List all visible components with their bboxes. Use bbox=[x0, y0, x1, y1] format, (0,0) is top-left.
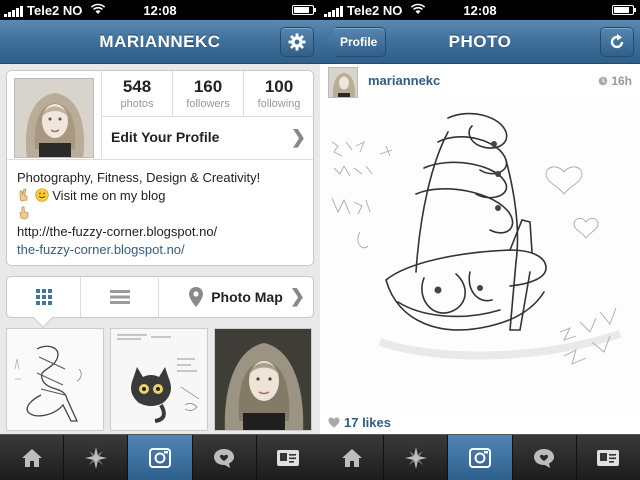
photo-map-button[interactable]: Photo Map ❯ bbox=[159, 277, 313, 317]
followers-count: 160 bbox=[193, 77, 223, 96]
tab-bar bbox=[0, 434, 320, 480]
gear-icon bbox=[288, 33, 306, 51]
chevron-right-icon: ❯ bbox=[289, 286, 305, 306]
chevron-right-icon: ❯ bbox=[290, 127, 306, 147]
grid-view-button[interactable] bbox=[7, 277, 81, 328]
camera-icon bbox=[469, 447, 491, 468]
followers-label: followers bbox=[186, 98, 230, 110]
profile-card: 548 photos 160 followers 100 following E… bbox=[6, 70, 314, 266]
heart-icon bbox=[328, 417, 340, 428]
post-time-label: 16h bbox=[611, 74, 632, 88]
list-icon bbox=[109, 290, 130, 304]
profile-icon bbox=[277, 449, 300, 466]
battery-icon bbox=[292, 5, 316, 15]
explore-icon bbox=[404, 446, 427, 469]
bio-website-link[interactable]: the-fuzzy-corner.blogspot.no/ bbox=[17, 241, 303, 259]
following-count: 100 bbox=[264, 77, 294, 96]
tab-explore[interactable] bbox=[64, 435, 129, 480]
tab-news[interactable] bbox=[513, 435, 577, 480]
profile-icon bbox=[597, 449, 620, 466]
profile-title: MARIANNEKC bbox=[99, 32, 221, 51]
tab-explore[interactable] bbox=[384, 435, 449, 480]
photo-screen: Tele2 NO 12:08 Profile PHOTO mariannekc … bbox=[320, 0, 640, 480]
avatar[interactable] bbox=[14, 78, 94, 158]
photos-label: photos bbox=[120, 98, 154, 110]
news-icon bbox=[214, 448, 235, 468]
tab-profile[interactable] bbox=[257, 435, 320, 480]
post-timestamp: 16h bbox=[598, 74, 632, 88]
clock: 12:08 bbox=[143, 3, 177, 18]
profile-stats: 548 photos 160 followers 100 following bbox=[101, 71, 314, 117]
selection-pointer bbox=[33, 308, 53, 328]
smile-icon bbox=[34, 188, 49, 202]
avatar[interactable] bbox=[328, 67, 358, 98]
home-icon bbox=[21, 448, 42, 467]
settings-button[interactable] bbox=[280, 27, 314, 57]
edit-profile-button[interactable]: Edit Your Profile ❯ bbox=[101, 117, 314, 158]
map-pin-icon bbox=[189, 287, 204, 307]
tab-news[interactable] bbox=[193, 435, 257, 480]
photo-nav-bar: Profile PHOTO bbox=[320, 20, 640, 64]
post-photo[interactable] bbox=[320, 102, 640, 410]
refresh-icon bbox=[610, 34, 624, 49]
likes-label: 17 likes bbox=[344, 415, 391, 430]
bio-pointing-row bbox=[17, 205, 303, 223]
post-username[interactable]: mariannekc bbox=[368, 73, 440, 88]
post-header: mariannekc 16h bbox=[320, 64, 640, 102]
home-icon bbox=[341, 448, 362, 467]
photo-thumbnail[interactable] bbox=[110, 328, 208, 431]
explore-icon bbox=[84, 446, 107, 469]
status-bar: Tele2 NO 12:08 bbox=[320, 0, 640, 20]
profile-bio: Photography, Fitness, Design & Creativit… bbox=[7, 159, 313, 268]
photo-thumbnail[interactable] bbox=[6, 328, 104, 431]
bio-line-2-row: Visit me on my blog bbox=[17, 187, 303, 205]
stat-photos[interactable]: 548 photos bbox=[102, 71, 173, 116]
photo-title: PHOTO bbox=[448, 32, 512, 51]
edit-profile-label: Edit Your Profile bbox=[111, 129, 220, 145]
view-mode-bar: Photo Map ❯ bbox=[6, 276, 314, 328]
tab-home[interactable] bbox=[320, 435, 385, 480]
clock: 12:08 bbox=[463, 3, 497, 18]
likes-count[interactable]: 17 likes bbox=[328, 415, 391, 430]
profile-nav-bar: MARIANNEKC bbox=[0, 20, 320, 64]
tab-bar bbox=[320, 434, 640, 480]
photo-map-label: Photo Map bbox=[211, 289, 283, 305]
tab-camera[interactable] bbox=[128, 435, 193, 480]
stat-following[interactable]: 100 following bbox=[244, 71, 314, 116]
photo-thumbnail[interactable] bbox=[214, 328, 312, 431]
bio-line-3: http://the-fuzzy-corner.blogspot.no/ bbox=[17, 224, 218, 239]
profile-screen: Tele2 NO 12:08 MARIANNEKC 548 photos 160… bbox=[0, 0, 320, 480]
list-view-button[interactable] bbox=[81, 277, 159, 317]
tab-camera[interactable] bbox=[448, 435, 513, 480]
photo-grid bbox=[6, 328, 314, 431]
tab-profile[interactable] bbox=[577, 435, 640, 480]
bio-line-2: Visit me on my blog bbox=[52, 188, 166, 203]
peace-hand-icon bbox=[19, 188, 28, 202]
news-icon bbox=[534, 448, 555, 468]
pointing-down-icon bbox=[19, 206, 29, 220]
clock-icon bbox=[599, 76, 608, 86]
camera-icon bbox=[149, 447, 171, 468]
status-bar: Tele2 NO 12:08 bbox=[0, 0, 320, 20]
battery-icon bbox=[612, 5, 636, 15]
grid-icon bbox=[35, 289, 52, 305]
stat-followers[interactable]: 160 followers bbox=[173, 71, 244, 116]
photos-count: 548 bbox=[122, 77, 152, 96]
following-label: following bbox=[257, 98, 301, 110]
tab-home[interactable] bbox=[0, 435, 65, 480]
bio-line-1: Photography, Fitness, Design & Creativit… bbox=[17, 170, 261, 185]
refresh-button[interactable] bbox=[600, 27, 634, 57]
